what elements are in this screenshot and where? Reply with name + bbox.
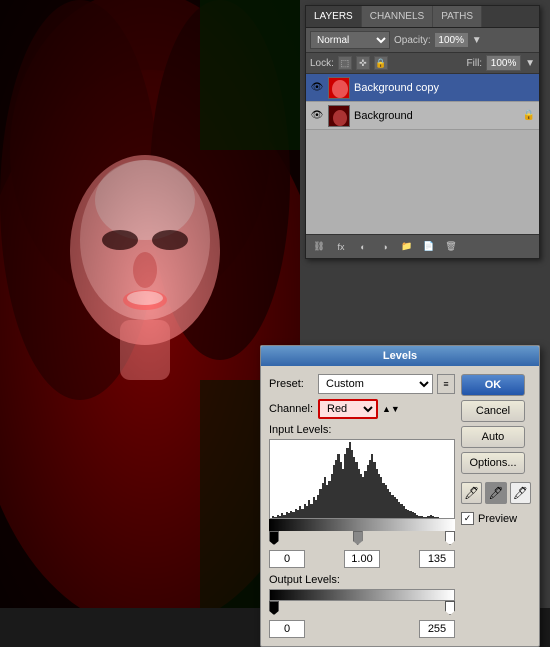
main-canvas <box>0 0 300 608</box>
tab-paths[interactable]: PATHS <box>433 6 482 27</box>
white-point-handle[interactable] <box>445 531 455 545</box>
tab-channels[interactable]: CHANNELS <box>362 6 433 27</box>
link-icon[interactable]: ⛓ <box>310 239 328 255</box>
preset-row: Preset: Custom ≡ <box>269 374 455 394</box>
output-gradient <box>269 589 455 601</box>
blend-mode-select[interactable]: Normal <box>310 31 390 49</box>
opacity-row: Opacity: ▼ <box>394 32 482 48</box>
portrait-svg <box>0 0 300 608</box>
preview-row: ✓ Preview <box>461 512 531 525</box>
output-white-handle[interactable] <box>445 601 455 615</box>
histogram-bars <box>270 440 454 518</box>
layer-thumbnail-bg <box>328 105 350 127</box>
channel-arrows[interactable]: ▲▼ <box>382 404 400 414</box>
preview-checkbox[interactable]: ✓ <box>461 512 474 525</box>
input-levels-label: Input Levels: <box>269 424 455 436</box>
eyedroppers-row: 🖊 🖊 🖊 <box>461 482 531 504</box>
preset-label: Preset: <box>269 378 314 390</box>
gray-eyedropper[interactable]: 🖊 <box>485 482 506 504</box>
input-values-row <box>269 550 455 568</box>
new-layer-icon[interactable]: 📄 <box>420 239 438 255</box>
lock-position-icon[interactable]: ✜ <box>356 56 370 70</box>
levels-left-panel: Preset: Custom ≡ Channel: Red ▲▼ Input L… <box>269 374 455 638</box>
levels-title: Levels <box>383 350 417 362</box>
layers-panel: LAYERS CHANNELS PATHS Normal Opacity: ▼ … <box>305 5 540 259</box>
layer-name-bg: Background <box>354 110 519 122</box>
levels-dialog: Levels Preset: Custom ≡ Channel: Red ▲▼ <box>260 345 540 647</box>
levels-titlebar: Levels <box>261 346 539 366</box>
lock-label: Lock: <box>310 58 334 69</box>
output-black-handle[interactable] <box>269 601 279 615</box>
histogram <box>269 439 455 519</box>
layers-blend-row: Normal Opacity: ▼ <box>306 28 539 53</box>
lock-pixels-icon[interactable]: ⬚ <box>338 56 352 70</box>
auto-button[interactable]: Auto <box>461 426 525 448</box>
fill-input[interactable] <box>486 55 521 71</box>
layer-name-bg-copy: Background copy <box>354 82 535 94</box>
levels-right-panel: OK Cancel Auto Options... 🖊 🖊 🖊 ✓ Previe… <box>461 374 531 638</box>
white-eyedropper[interactable]: 🖊 <box>510 482 531 504</box>
preview-label: Preview <box>478 513 517 525</box>
preset-options-icon[interactable]: ≡ <box>437 374 455 394</box>
fx-icon[interactable]: fx <box>332 239 350 255</box>
eye-icon-bg-copy[interactable]: 👁 <box>310 82 324 94</box>
eye-icon-bg[interactable]: 👁 <box>310 110 324 122</box>
adjustment-icon[interactable]: ◑ <box>376 239 394 255</box>
channel-select-wrap: Red ▲▼ <box>318 399 400 419</box>
layers-list: 👁 Background copy 👁 Background 🔒 <box>306 74 539 174</box>
fill-label: Fill: <box>467 58 483 69</box>
layers-empty-area <box>306 174 539 234</box>
output-levels-label: Output Levels: <box>269 574 455 586</box>
lock-all-icon[interactable]: 🔒 <box>374 56 388 70</box>
channel-select[interactable]: Red <box>318 399 378 419</box>
layer-thumbnail-bg-copy <box>328 77 350 99</box>
layer-lock-icon: 🔒 <box>523 110 535 121</box>
output-min-value[interactable] <box>269 620 305 638</box>
opacity-input[interactable] <box>434 32 469 48</box>
histogram-bar <box>436 517 438 518</box>
tab-layers[interactable]: LAYERS <box>306 6 362 27</box>
output-max-value[interactable] <box>419 620 455 638</box>
options-button[interactable]: Options... <box>461 452 525 474</box>
layers-panel-tabs: LAYERS CHANNELS PATHS <box>306 6 539 28</box>
trash-icon[interactable]: 🗑 <box>442 239 460 255</box>
output-values-row <box>269 620 455 638</box>
opacity-label: Opacity: <box>394 35 431 46</box>
input-slider-handles: ← <box>269 531 455 547</box>
ok-button[interactable]: OK <box>461 374 525 396</box>
preset-select[interactable]: Custom <box>318 374 433 394</box>
black-point-handle[interactable] <box>269 531 279 545</box>
input-white-value[interactable] <box>419 550 455 568</box>
layers-bottom-bar: ⛓ fx ◐ ◑ 📁 📄 🗑 <box>306 234 539 258</box>
lock-row: Lock: ⬚ ✜ 🔒 Fill: ▼ <box>306 53 539 74</box>
cancel-button[interactable]: Cancel <box>461 400 525 422</box>
layer-item-bg[interactable]: 👁 Background 🔒 <box>306 102 539 130</box>
black-eyedropper[interactable]: 🖊 <box>461 482 482 504</box>
midpoint-handle[interactable]: ← <box>353 531 363 545</box>
folder-icon[interactable]: 📁 <box>398 239 416 255</box>
levels-body: Preset: Custom ≡ Channel: Red ▲▼ Input L… <box>261 366 539 646</box>
layer-item-bg-copy[interactable]: 👁 Background copy <box>306 74 539 102</box>
input-slider-track <box>269 519 455 531</box>
input-black-value[interactable] <box>269 550 305 568</box>
input-slider-area: ← <box>269 519 455 547</box>
output-slider-handles <box>269 601 455 617</box>
channel-row: Channel: Red ▲▼ <box>269 399 455 419</box>
channel-label: Channel: <box>269 403 314 415</box>
input-mid-value[interactable] <box>344 550 380 568</box>
mask-icon[interactable]: ◐ <box>354 239 372 255</box>
